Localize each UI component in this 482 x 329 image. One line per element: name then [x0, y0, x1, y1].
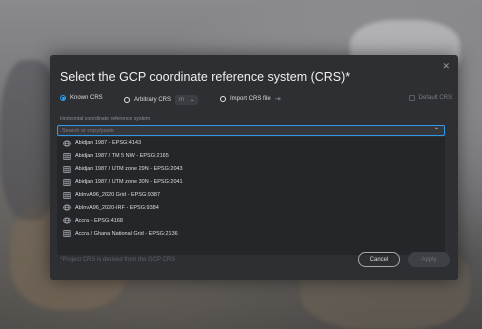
globe-icon	[63, 140, 71, 147]
cancel-button[interactable]: Cancel	[358, 252, 400, 267]
radio-unchecked-icon[interactable]	[220, 96, 226, 102]
unit-select[interactable]: m ⌄	[175, 95, 199, 105]
radio-checked-icon[interactable]	[60, 95, 66, 101]
crs-list-item-label: Abidjan 1987 / UTM zone 29N - EPSG:2043	[75, 166, 183, 173]
radio-unchecked-icon[interactable]	[124, 97, 130, 103]
crs-mode-options: Known CRS Arbitrary CRS m ⌄ Import CRS f…	[60, 95, 452, 107]
crs-list-item[interactable]: Accra / Ghana National Grid - EPSG:2136	[57, 227, 445, 240]
grid-icon	[63, 230, 71, 237]
close-icon[interactable]: ✕	[442, 62, 450, 71]
import-crs-radio[interactable]: Import CRS file ⇥	[220, 95, 281, 103]
globe-icon	[63, 217, 71, 224]
default-crs-label: Default CRS	[418, 95, 452, 101]
project-crs-note: *Project CRS is derived from the GCP CRS	[60, 257, 176, 263]
known-crs-label: Known CRS	[70, 95, 103, 101]
arbitrary-crs-label: Arbitrary CRS	[134, 97, 172, 103]
crs-list-item[interactable]: Abidjan 1987 / UTM zone 29N - EPSG:2043	[57, 163, 445, 176]
crs-search-field[interactable]: ⌃	[57, 125, 445, 136]
crs-list-item[interactable]: AbInvA96_2020-IRF - EPSG:9384	[57, 201, 445, 214]
crs-list-item-label: Abidjan 1987 - EPSG:4143	[75, 140, 142, 147]
checkbox-icon[interactable]	[408, 95, 415, 101]
known-crs-radio[interactable]: Known CRS	[60, 95, 103, 101]
horizontal-crs-label: Horizontal coordinate reference system	[60, 116, 151, 122]
grid-icon	[63, 165, 71, 173]
crs-list-item-label: Abidjan 1987 / TM 5 NW - EPSG:2165	[75, 153, 169, 160]
globe-icon	[63, 204, 71, 211]
crs-list-item-label: AbInvA96_2020 Grid - EPSG:9387	[75, 192, 160, 198]
default-crs-checkbox[interactable]: Default CRS	[408, 95, 452, 101]
crs-list-item[interactable]: Abidjan 1987 / UTM zone 30N - EPSG:2041	[57, 176, 445, 189]
crs-dialog: ✕ Select the GCP coordinate reference sy…	[50, 55, 458, 280]
grid-icon	[63, 178, 71, 186]
crs-list-item[interactable]: Abidjan 1987 / TM 5 NW - EPSG:2165	[57, 150, 445, 163]
crs-list-item[interactable]: AbInvA96_2020 Grid - EPSG:9387	[57, 189, 445, 202]
grid-icon	[63, 191, 71, 199]
crs-list-item[interactable]: Accra - EPSG:4168	[57, 214, 445, 227]
crs-list-item-label: AbInvA96_2020-IRF - EPSG:9384	[75, 204, 159, 211]
crs-list-item-label: Accra / Ghana National Grid - EPSG:2136	[75, 230, 178, 237]
crs-list-item-label: Accra - EPSG:4168	[75, 217, 123, 224]
crs-dropdown-list: Abidjan 1987 - EPSG:4143 Abidjan 1987 / T…	[57, 137, 445, 255]
apply-button[interactable]: Apply	[408, 252, 450, 267]
import-icon[interactable]: ⇥	[275, 95, 281, 103]
arbitrary-crs-radio[interactable]: Arbitrary CRS m ⌄	[124, 95, 199, 105]
crs-search-input[interactable]	[62, 127, 422, 134]
import-crs-label: Import CRS file	[230, 96, 271, 102]
chevron-down-icon: ⌄	[190, 97, 195, 103]
crs-list-item[interactable]: Abidjan 1987 - EPSG:4143	[57, 137, 445, 150]
chevron-up-icon[interactable]: ⌃	[434, 127, 439, 134]
crs-list-item-label: Abidjan 1987 / UTM zone 30N - EPSG:2041	[75, 179, 183, 186]
grid-icon	[63, 153, 71, 160]
dialog-title: Select the GCP coordinate reference syst…	[60, 70, 351, 84]
unit-select-value: m	[179, 97, 185, 103]
